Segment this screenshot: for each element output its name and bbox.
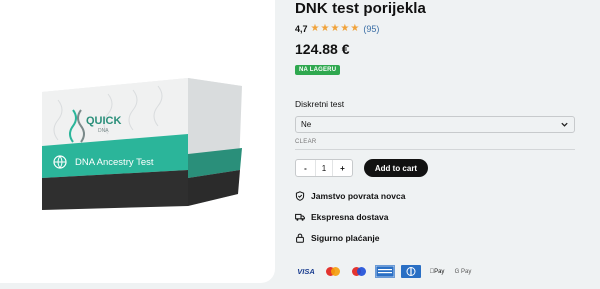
- chevron-down-icon: [561, 122, 568, 127]
- quantity-increase-button[interactable]: +: [333, 164, 352, 173]
- feature-money-back: Jamstvo povrata novca: [295, 191, 405, 201]
- clear-link[interactable]: CLEAR: [295, 139, 317, 145]
- product-title: DNK test porijekla: [295, 0, 426, 17]
- rating[interactable]: 4,7 ★ ★ ★ ★ ★ (95): [295, 24, 379, 35]
- maestro-icon: [326, 267, 340, 276]
- quantity-stepper[interactable]: - 1 +: [295, 159, 353, 177]
- review-count-link[interactable]: (95): [363, 24, 379, 34]
- payment-methods: VISA Pay G Pay: [295, 265, 473, 278]
- shield-check-icon: [295, 191, 305, 201]
- feature-secure-payment: Sigurno plaćanje: [295, 233, 380, 243]
- product-info: DNK test porijekla 4,7 ★ ★ ★ ★ ★ (95) 12…: [295, 0, 595, 289]
- add-to-cart-button[interactable]: Add to cart: [364, 159, 428, 177]
- american-express-icon: [375, 265, 395, 278]
- box-brand-sub-text: DNA: [98, 128, 109, 134]
- variant-label: Diskretni test: [295, 99, 345, 109]
- feature-label: Jamstvo povrata novca: [311, 191, 406, 201]
- stock-badge: NA LAGERU: [295, 65, 341, 75]
- truck-icon: [295, 213, 305, 221]
- star-icon: ★: [310, 23, 320, 34]
- variant-select-value: Ne: [301, 120, 312, 129]
- product-box-image[interactable]: QUICK DNA DNA Ancestry Test: [38, 74, 244, 210]
- lock-icon: [296, 233, 304, 243]
- variant-select[interactable]: Ne: [295, 116, 575, 133]
- star-icon: ★: [320, 23, 330, 34]
- price: 124.88 €: [295, 41, 350, 57]
- diners-club-icon: [401, 265, 421, 278]
- product-image-panel: QUICK DNA DNA Ancestry Test: [0, 0, 275, 283]
- apple-pay-icon: Pay: [430, 268, 445, 275]
- rating-value: 4,7: [295, 24, 308, 34]
- star-icon: ★: [350, 23, 360, 34]
- feature-label: Sigurno plaćanje: [311, 233, 380, 243]
- rating-stars: ★ ★ ★ ★ ★: [311, 24, 360, 34]
- divider: [295, 149, 575, 150]
- mastercard-icon: [352, 267, 366, 276]
- google-pay-icon: G Pay: [454, 268, 472, 275]
- box-label-text: DNA Ancestry Test: [75, 157, 154, 168]
- star-icon: ★: [340, 23, 350, 34]
- product-page: QUICK DNA DNA Ancestry Test DNK test por…: [0, 0, 600, 289]
- feature-label: Ekspresna dostava: [311, 212, 389, 222]
- box-brand-text: QUICK: [86, 115, 122, 127]
- star-icon: ★: [330, 23, 340, 34]
- quantity-decrease-button[interactable]: -: [296, 164, 315, 173]
- quantity-input[interactable]: 1: [315, 160, 333, 176]
- feature-express-delivery: Ekspresna dostava: [295, 212, 388, 222]
- visa-icon: VISA: [297, 267, 315, 276]
